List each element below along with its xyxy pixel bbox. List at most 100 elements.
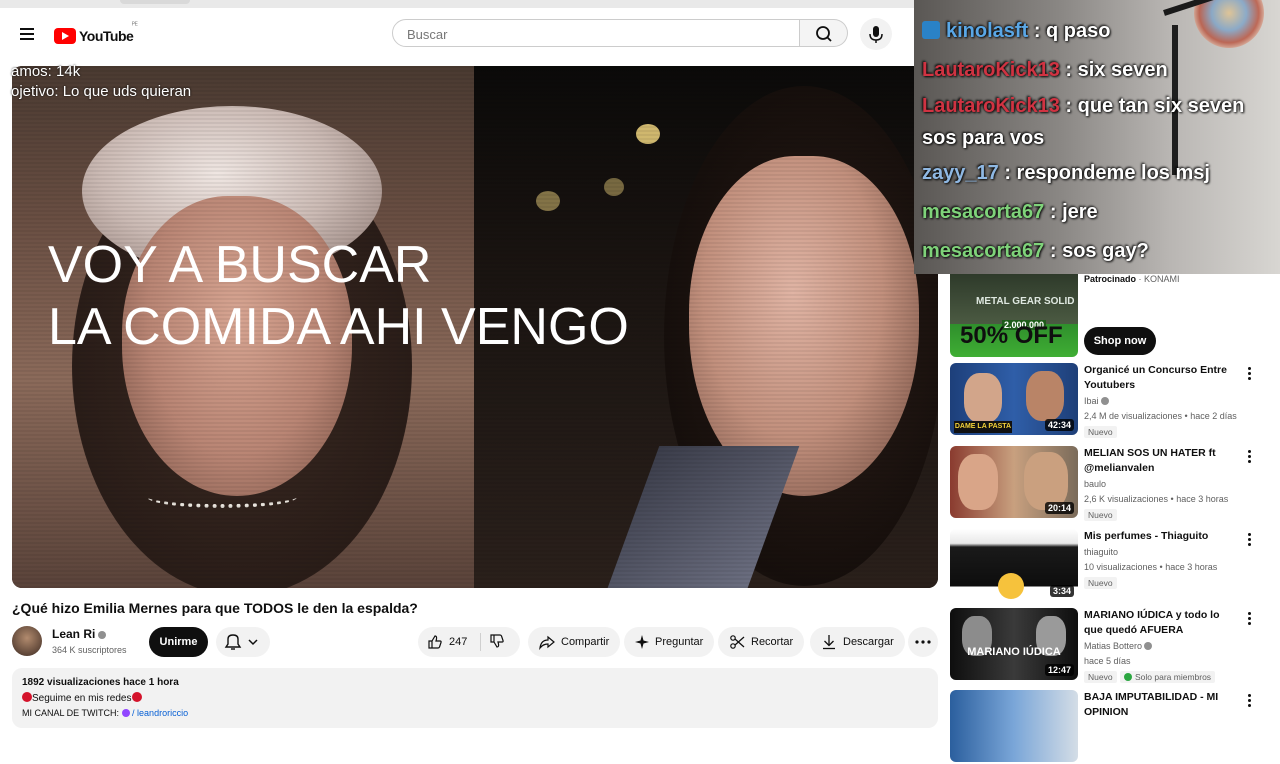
chat-username: zayy_17 (922, 162, 999, 184)
video-meta: hace 5 días (1084, 656, 1131, 666)
overlay-line-2: LA COMIDA AHI VENGO (48, 298, 629, 356)
red-circle-icon (131, 692, 142, 702)
video-title[interactable]: MARIANO IÚDICA y todo lo que quedó AFUER… (1084, 608, 1236, 638)
shop-now-button[interactable]: Shop now (1084, 327, 1156, 355)
youtube-logo[interactable]: YouTube ᴾᴱ (54, 22, 138, 46)
more-actions-button[interactable] (908, 627, 938, 657)
thumb-caption: DAME LA PASTA (954, 421, 1012, 433)
stream-overlay-text: VOY A BUSCAR LA COMIDA AHI VENGO (48, 234, 629, 358)
more-options-icon[interactable] (1244, 531, 1254, 547)
ask-button[interactable]: Preguntar (624, 627, 715, 657)
twitch-label: MI CANAL DE TWITCH: (22, 708, 120, 718)
search-icon (816, 26, 832, 42)
chat-username: LautaroKick13 (922, 95, 1060, 117)
channel-name[interactable]: Lean Ri (52, 627, 107, 641)
more-options-icon[interactable] (1244, 448, 1254, 464)
chat-message: kinolasft : q paso (922, 12, 1262, 51)
search-box[interactable] (392, 19, 800, 47)
download-button[interactable]: Descargar (810, 627, 905, 657)
channel-text[interactable]: Ibai (1084, 396, 1099, 406)
recommended-video[interactable]: BAJA IMPUTABILIDAD - MI OPINION (950, 690, 1280, 764)
subscriber-count: 364 K suscriptores (52, 645, 127, 655)
video-channel[interactable]: Matias Bottero (1084, 641, 1153, 651)
video-thumbnail[interactable]: MARIANO IÚDICA 12:47 (950, 608, 1078, 680)
video-thumbnail[interactable]: DAME LA PASTA 42:34 (950, 363, 1078, 435)
share-label: Compartir (561, 636, 610, 648)
video-channel[interactable]: baulo (1084, 479, 1106, 489)
more-options-icon[interactable] (1244, 692, 1254, 708)
platform-icon (922, 21, 940, 39)
video-thumbnail[interactable]: 3:34 (950, 529, 1078, 601)
video-meta: 2,6 K visualizaciones • hace 3 horas (1084, 494, 1229, 504)
chat-text: : sos gay? (1049, 240, 1149, 262)
dislike-button[interactable] (481, 627, 520, 657)
video-title[interactable]: BAJA IMPUTABILIDAD - MI OPINION (1084, 690, 1236, 720)
new-badge: Nuevo (1084, 509, 1117, 521)
voice-search-button[interactable] (860, 18, 892, 50)
ad-advertiser: KONAMI (1144, 274, 1180, 284)
more-options-icon[interactable] (1244, 365, 1254, 381)
video-title[interactable]: Mis perfumes - Thiaguito (1084, 529, 1236, 544)
search-button[interactable] (800, 19, 848, 47)
share-button[interactable]: Compartir (528, 627, 621, 657)
video-channel[interactable]: thiaguito (1084, 547, 1118, 557)
notifications-button[interactable] (216, 627, 270, 657)
stats-line-1: amos: 14k (11, 63, 81, 80)
video-duration: 3:34 (1049, 585, 1074, 597)
video-duration: 42:34 (1044, 419, 1074, 431)
mic-icon (869, 26, 883, 43)
chat-message: mesacorta67 : sos gay? (922, 232, 1262, 271)
chat-message: mesacorta67 : jere (922, 193, 1262, 232)
channel-avatar[interactable] (12, 626, 42, 656)
video-title: ¿Qué hizo Emilia Mernes para que TODOS l… (12, 600, 418, 616)
chat-messages: kinolasft : q paso LautaroKick13 : six s… (922, 12, 1262, 271)
scissors-icon (730, 635, 745, 649)
video-thumbnail[interactable] (950, 690, 1078, 762)
members-only-badge: Solo para miembros (1120, 671, 1216, 683)
video-player[interactable]: VOY A BUSCAR LA COMIDA AHI VENGO (12, 66, 938, 588)
red-circle-icon (22, 692, 32, 702)
channel-name-text[interactable]: Lean Ri (52, 627, 95, 641)
video-meta: 10 visualizaciones • hace 3 horas (1084, 562, 1218, 572)
twitch-link[interactable]: / leandroriccio (132, 708, 188, 718)
bell-icon (224, 634, 258, 650)
join-button[interactable]: Unirme (149, 627, 208, 657)
recommended-video[interactable]: 3:34 Mis perfumes - Thiaguito thiaguito … (950, 529, 1280, 603)
clip-label: Recortar (751, 636, 794, 648)
like-count: 247 (449, 636, 468, 648)
verified-icon (98, 630, 107, 639)
new-badge: Nuevo (1084, 671, 1117, 683)
ask-label: Preguntar (655, 636, 704, 648)
browser-top-strip (0, 0, 914, 8)
video-title[interactable]: Organicé un Concurso Entre Youtubers (1084, 363, 1236, 393)
recommended-video[interactable]: MARIANO IÚDICA 12:47 MARIANO IÚDICA y to… (950, 608, 1280, 683)
description-box[interactable]: 1892 visualizaciones hace 1 hora Seguime… (12, 668, 938, 728)
verified-icon (1100, 397, 1109, 405)
video-title[interactable]: MELIAN SOS UN HATER ft @melianvalen (1084, 446, 1236, 476)
thumbs-up-icon (428, 635, 442, 649)
recommended-video[interactable]: DAME LA PASTA 42:34 Organicé un Concurso… (950, 363, 1280, 438)
download-label: Descargar (843, 636, 894, 648)
video-thumbnail[interactable]: 20:14 (950, 446, 1078, 518)
recommended-video[interactable]: 20:14 MELIAN SOS UN HATER ft @melianvale… (950, 446, 1280, 521)
search-input[interactable] (405, 26, 769, 43)
view-count-and-date: 1892 visualizaciones hace 1 hora (22, 677, 179, 688)
menu-icon[interactable] (18, 26, 38, 42)
channel-text[interactable]: Matias Bottero (1084, 641, 1142, 651)
more-options-icon[interactable] (1244, 610, 1254, 626)
like-button[interactable]: 247 (418, 627, 480, 657)
video-meta: 2,4 M de visualizaciones • hace 2 días (1084, 411, 1237, 421)
chat-username: mesacorta67 (922, 201, 1045, 223)
stats-line-2: ojetivo: Lo que uds quieran (11, 83, 192, 100)
clip-button[interactable]: Recortar (718, 627, 805, 657)
chat-username: mesacorta67 (922, 240, 1045, 262)
chat-message: LautaroKick13 : six seven (922, 51, 1262, 90)
sponsored-label: Patrocinado (1084, 274, 1137, 284)
chat-text: : six seven (1065, 59, 1168, 81)
top-strip-tab (120, 0, 190, 4)
ad-thumbnail[interactable]: METAL GEAR SOLID 2.000.000 50% OFF (950, 274, 1078, 357)
ad-sponsor-line: Patrocinado · KONAMI (1084, 274, 1180, 284)
new-badge: Nuevo (1084, 577, 1117, 589)
video-channel[interactable]: Ibai (1084, 396, 1109, 406)
sparkle-icon (635, 635, 649, 649)
